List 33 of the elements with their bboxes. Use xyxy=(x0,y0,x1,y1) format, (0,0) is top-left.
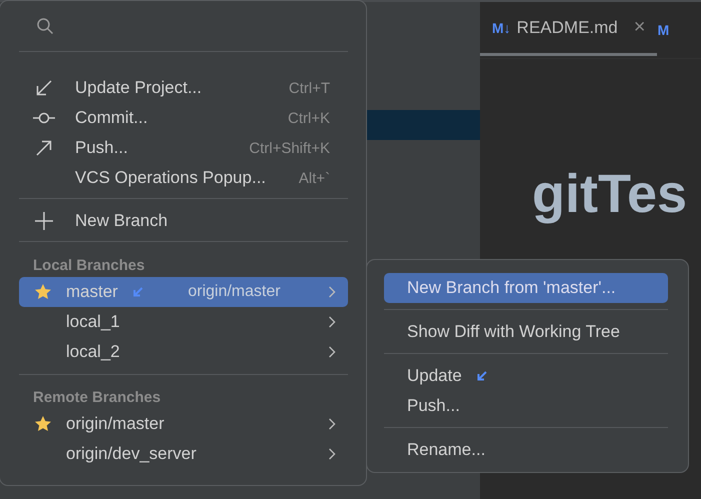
branch-item[interactable]: local_2 xyxy=(19,337,348,367)
menu-item[interactable]: Show Diff with Working Tree xyxy=(384,317,668,347)
editor-tab[interactable]: M↓ README.md × xyxy=(480,2,658,56)
chevron-icon xyxy=(328,448,336,460)
branch-item[interactable]: origin/dev_server xyxy=(19,439,348,469)
markdown-icon: M↓ xyxy=(492,20,511,36)
shortcut-label: Alt+` xyxy=(298,170,331,186)
menu-item[interactable]: New Branch from 'master'... xyxy=(384,273,668,303)
chevron-icon xyxy=(328,346,336,358)
menu-item[interactable]: Update Project... Ctrl+T xyxy=(19,73,348,103)
close-icon[interactable]: × xyxy=(634,16,646,39)
tracking-branch-label: origin/master xyxy=(188,283,280,301)
shortcut-label: Ctrl+T xyxy=(288,80,331,96)
chevron-icon xyxy=(328,286,336,298)
section-header: Local Branches xyxy=(32,256,146,276)
menu-item[interactable]: Push... Ctrl+Shift+K xyxy=(19,133,348,163)
menu-item[interactable]: Push... xyxy=(384,391,668,421)
branch-item[interactable]: local_1 xyxy=(19,307,348,337)
search-icon[interactable] xyxy=(36,17,54,35)
menu-item[interactable]: Update xyxy=(384,361,668,391)
markdown-icon: M xyxy=(657,2,670,58)
menu-item[interactable]: Commit... Ctrl+K xyxy=(19,103,348,133)
plus-icon xyxy=(33,211,55,231)
menu-item[interactable]: Rename... xyxy=(384,435,668,465)
chevron-icon xyxy=(328,316,336,328)
document-heading: gitTes xyxy=(532,163,688,225)
section-header: Remote Branches xyxy=(32,388,162,408)
menu-item[interactable]: VCS Operations Popup... Alt+` xyxy=(19,163,348,193)
branch-item[interactable]: origin/master xyxy=(19,409,348,439)
chevron-icon xyxy=(328,418,336,430)
new-branch-item[interactable]: New Branch xyxy=(19,206,348,236)
shortcut-label: Ctrl+Shift+K xyxy=(249,140,331,156)
shortcut-label: Ctrl+K xyxy=(288,110,331,126)
